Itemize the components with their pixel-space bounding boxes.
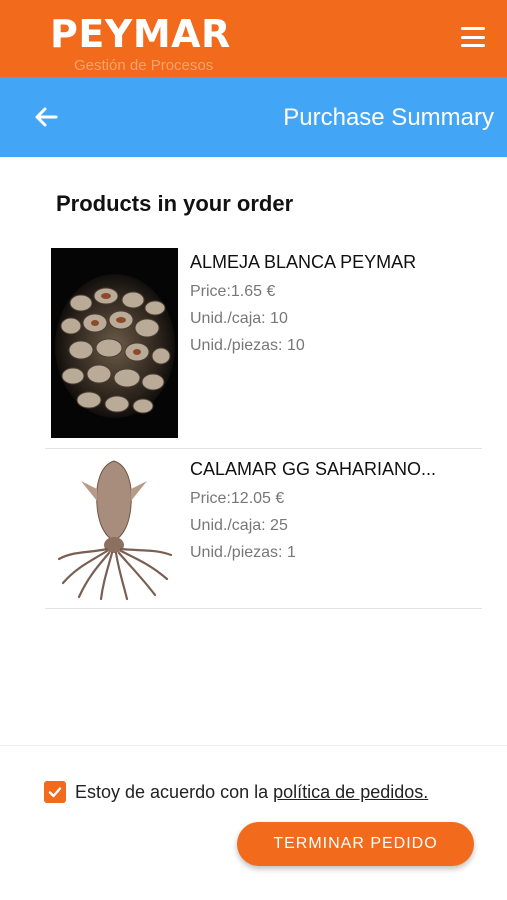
agree-text: Estoy de acuerdo con la política de pedi… xyxy=(75,782,428,803)
units-pieces-label: Unid./piezas: xyxy=(190,337,283,354)
product-item[interactable]: ALMEJA BLANCA PEYMAR Price: 1.65 € Unid./… xyxy=(45,242,482,449)
agree-label: Estoy de acuerdo con la xyxy=(75,781,269,802)
product-info: ALMEJA BLANCA PEYMAR Price: 1.65 € Unid./… xyxy=(190,250,480,359)
hamburger-menu-icon[interactable] xyxy=(461,27,485,47)
finish-order-button[interactable]: TERMINAR PEDIDO xyxy=(237,822,474,866)
product-item[interactable]: CALAMAR GG SAHARIANO... Price: 12.05 € Un… xyxy=(45,449,482,609)
squid-photo xyxy=(51,455,178,603)
product-info: CALAMAR GG SAHARIANO... Price: 12.05 € Un… xyxy=(190,457,480,566)
title-bar: Purchase Summary xyxy=(0,77,507,157)
peymar-logo: PEYMAR Gestión de Procesos xyxy=(50,12,240,74)
brand-bar: PEYMAR Gestión de Procesos xyxy=(0,0,507,77)
product-name: CALAMAR GG SAHARIANO... xyxy=(190,459,437,479)
section-heading: Products in your order xyxy=(56,191,294,216)
agree-row: Estoy de acuerdo con la política de pedi… xyxy=(44,781,428,803)
units-box-value: 10 xyxy=(270,310,288,327)
units-pieces-value: 10 xyxy=(286,337,305,354)
units-box-line: Unid./caja: 25 xyxy=(190,512,480,539)
order-footer: Estoy de acuerdo con la política de pedi… xyxy=(0,745,507,900)
price-value: 12.05 € xyxy=(230,490,285,507)
units-pieces-value: 1 xyxy=(286,544,296,561)
product-name: ALMEJA BLANCA PEYMAR xyxy=(190,252,417,272)
order-policy-link[interactable]: política de pedidos. xyxy=(273,782,428,802)
price-line: Price: 1.65 € xyxy=(190,278,480,305)
units-box-label: Unid./caja: xyxy=(190,310,266,327)
price-label: Price: xyxy=(190,490,231,507)
checkmark-icon xyxy=(48,787,62,798)
units-box-line: Unid./caja: 10 xyxy=(190,305,480,332)
units-pieces-label: Unid./piezas: xyxy=(190,544,283,561)
price-value: 1.65 € xyxy=(230,283,276,300)
units-box-value: 25 xyxy=(270,517,288,534)
app-screen: PEYMAR Gestión de Procesos Purchase Summ… xyxy=(0,0,507,900)
agree-checkbox[interactable] xyxy=(44,781,66,803)
logo-name: PEYMAR xyxy=(50,12,231,56)
units-pieces-line: Unid./piezas: 1 xyxy=(190,539,480,566)
arrow-left-icon[interactable] xyxy=(30,101,62,133)
units-pieces-line: Unid./piezas: 10 xyxy=(190,332,480,359)
price-label: Price: xyxy=(190,283,231,300)
price-line: Price: 12.05 € xyxy=(190,485,480,512)
units-box-label: Unid./caja: xyxy=(190,517,266,534)
page-title: Purchase Summary xyxy=(283,104,494,131)
logo-tagline: Gestión de Procesos xyxy=(74,57,214,74)
clams-photo xyxy=(51,248,178,438)
